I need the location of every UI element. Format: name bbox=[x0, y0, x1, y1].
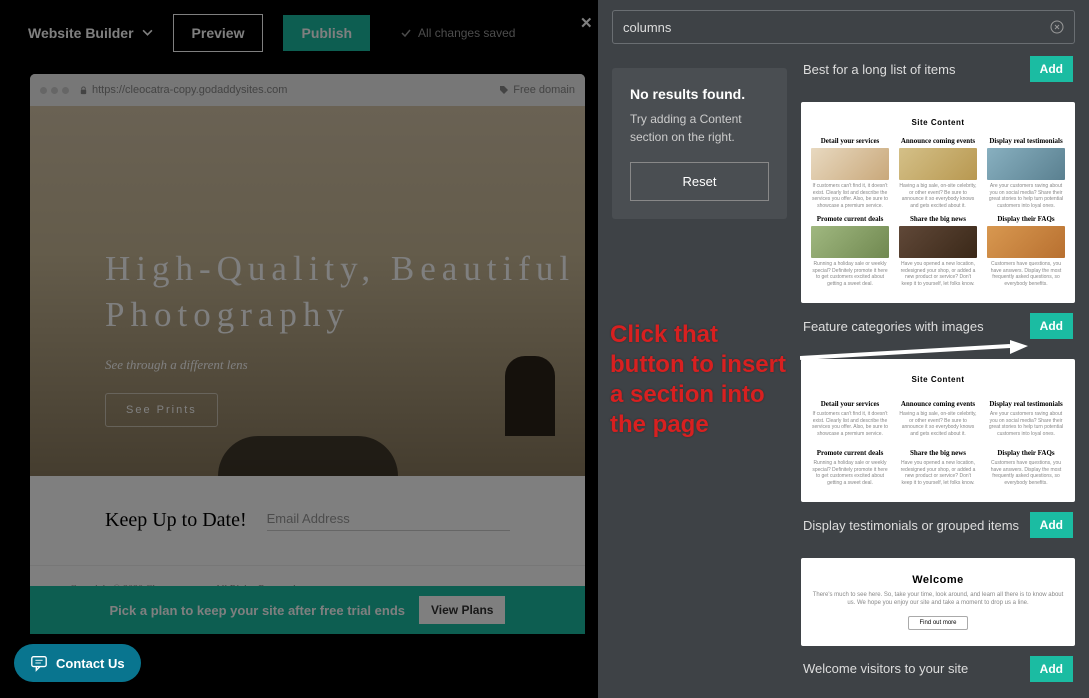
annotation-text: Click that button to insert a section in… bbox=[610, 320, 786, 440]
brand-label: Website Builder bbox=[28, 25, 134, 41]
section-card: Welcome There's much to see here. So, ta… bbox=[801, 558, 1075, 682]
add-section-button[interactable]: Add bbox=[1030, 656, 1073, 682]
section-list[interactable]: Best for a long list of items Add Site C… bbox=[801, 54, 1089, 698]
chat-icon bbox=[30, 654, 48, 672]
urlbar: https://cleocatra-copy.godaddysites.com … bbox=[30, 74, 585, 106]
editor-topbar: Website Builder Preview Publish All chan… bbox=[0, 0, 598, 65]
contact-us-button[interactable]: Contact Us bbox=[14, 644, 141, 682]
card-preview[interactable]: Site Content Detail your servicesIf cust… bbox=[801, 102, 1075, 303]
card-label: Best for a long list of items bbox=[803, 62, 955, 77]
close-panel-button[interactable]: ✕ bbox=[580, 14, 593, 32]
preview-btn: Find out more bbox=[908, 616, 967, 630]
add-section-button[interactable]: Add bbox=[1030, 512, 1073, 538]
tag-icon bbox=[499, 85, 509, 95]
section-search-box[interactable] bbox=[612, 10, 1075, 44]
hero-cta-button[interactable]: See Prints bbox=[105, 393, 218, 427]
card-label: Display testimonials or grouped items bbox=[803, 518, 1019, 533]
url-text: https://cleocatra-copy.godaddysites.com bbox=[92, 84, 287, 96]
preview-heading: Site Content bbox=[811, 375, 1065, 384]
plan-text: Pick a plan to keep your site after free… bbox=[110, 603, 406, 618]
free-domain-link[interactable]: Free domain bbox=[499, 84, 575, 96]
hero-subtitle[interactable]: See through a different lens bbox=[105, 357, 575, 373]
window-dots bbox=[40, 87, 69, 94]
preview-heading: Site Content bbox=[811, 118, 1065, 127]
email-input[interactable]: Email Address bbox=[267, 511, 510, 531]
preview-button[interactable]: Preview bbox=[173, 14, 264, 52]
brand-dropdown[interactable]: Website Builder bbox=[28, 25, 153, 41]
newsletter-section[interactable]: Keep Up to Date! Email Address bbox=[30, 476, 585, 566]
annotation-arrow-icon bbox=[800, 340, 1030, 370]
section-card: Best for a long list of items Add bbox=[801, 54, 1075, 82]
save-status: All changes saved bbox=[400, 26, 515, 40]
card-preview[interactable]: Site Content Detail your servicesIf cust… bbox=[801, 359, 1075, 502]
no-results-title: No results found. bbox=[630, 86, 769, 102]
chevron-down-icon bbox=[142, 27, 153, 38]
section-card: Site Content Detail your servicesIf cust… bbox=[801, 102, 1075, 339]
newsletter-title[interactable]: Keep Up to Date! bbox=[105, 509, 247, 532]
section-card: Site Content Detail your servicesIf cust… bbox=[801, 359, 1075, 538]
lock-icon bbox=[79, 86, 88, 95]
view-plans-button[interactable]: View Plans bbox=[419, 596, 505, 624]
reset-search-button[interactable]: Reset bbox=[630, 162, 769, 201]
search-input[interactable] bbox=[623, 20, 1050, 35]
card-label: Welcome visitors to your site bbox=[803, 661, 968, 676]
clear-icon bbox=[1050, 20, 1064, 34]
card-label: Feature categories with images bbox=[803, 319, 984, 334]
card-preview[interactable]: Welcome There's much to see here. So, ta… bbox=[801, 558, 1075, 646]
clear-search-button[interactable] bbox=[1050, 20, 1064, 34]
publish-button[interactable]: Publish bbox=[283, 15, 370, 51]
hero-title[interactable]: High-Quality, BeautifulPhotography bbox=[105, 246, 575, 337]
hero-section[interactable]: High-Quality, BeautifulPhotography See t… bbox=[30, 106, 585, 476]
preview-heading: Welcome bbox=[811, 574, 1065, 586]
no-results-text: Try adding a Content section on the righ… bbox=[630, 110, 769, 146]
check-icon bbox=[400, 27, 412, 39]
site-preview-frame: https://cleocatra-copy.godaddysites.com … bbox=[30, 74, 585, 634]
plan-bar: Pick a plan to keep your site after free… bbox=[30, 586, 585, 634]
add-section-button[interactable]: Add bbox=[1030, 56, 1073, 82]
no-results-message: No results found. Try adding a Content s… bbox=[612, 68, 787, 219]
add-section-button[interactable]: Add bbox=[1030, 313, 1073, 339]
